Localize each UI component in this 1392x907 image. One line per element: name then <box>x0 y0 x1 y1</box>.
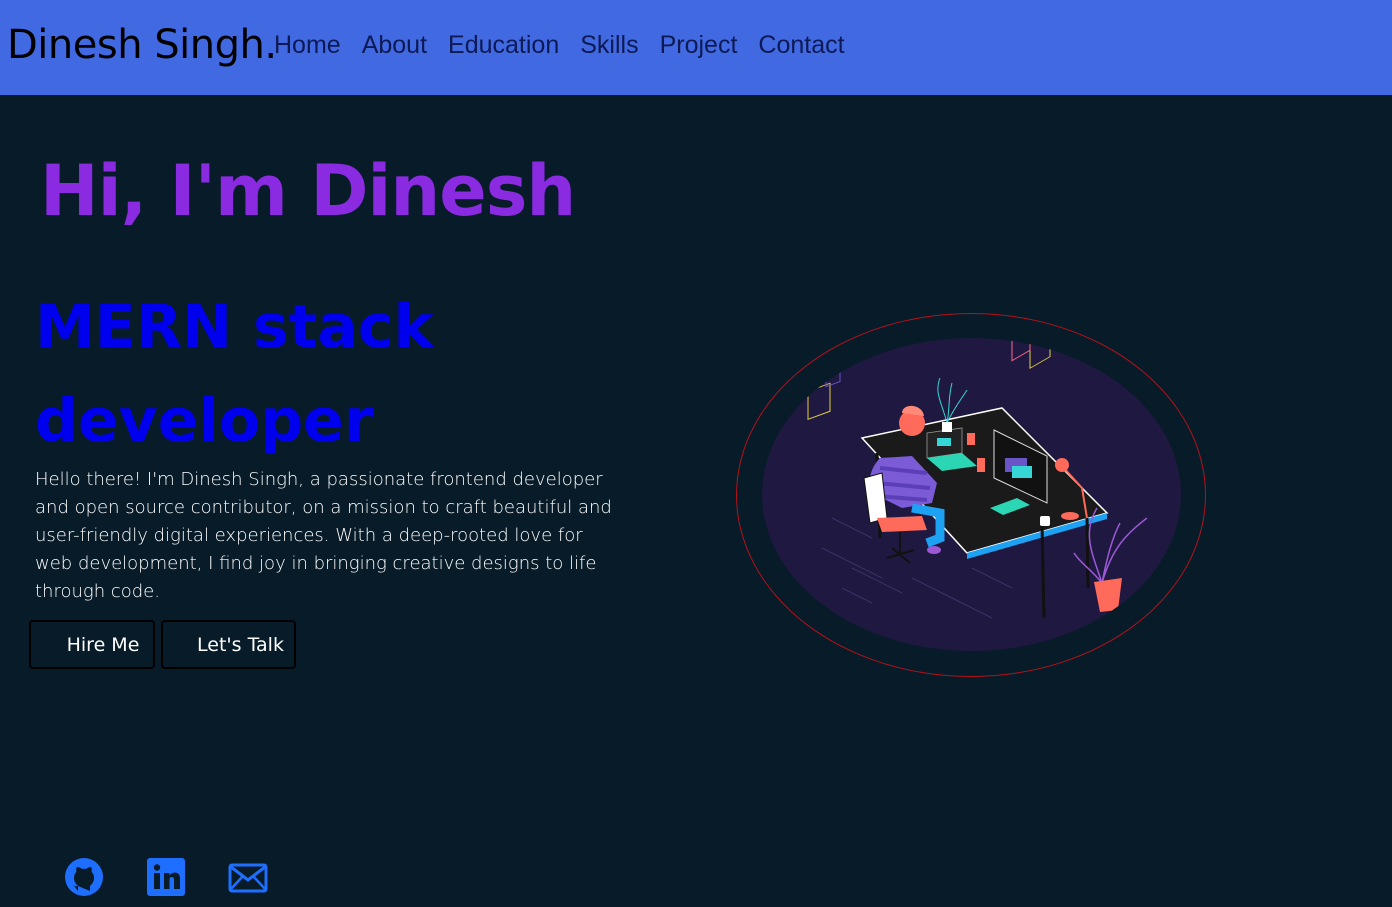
nav-link-education[interactable]: Education <box>448 31 559 60</box>
lets-talk-button[interactable]: Let's Talk <box>161 620 296 669</box>
nav-link-contact[interactable]: Contact <box>758 31 844 60</box>
github-icon[interactable] <box>64 857 104 897</box>
nav-link-project[interactable]: Project <box>660 31 738 60</box>
hero-intro: Hello there! I'm Dinesh Singh, a passion… <box>35 469 612 602</box>
hire-me-button[interactable]: Hire Me <box>29 620 155 669</box>
hero-greeting: Hi, I'm Dinesh <box>40 150 576 232</box>
nav-menu: Home About Education Skills Project Cont… <box>274 31 845 60</box>
social-links <box>64 857 268 897</box>
developer-at-desk-illustration <box>807 338 1148 619</box>
nav-link-home[interactable]: Home <box>274 31 341 60</box>
hero-role: MERN stack developer <box>35 292 434 456</box>
navbar: Dinesh Singh. Home About Education Skill… <box>0 0 1392 95</box>
hero-illustration <box>762 338 1181 651</box>
brand-logo[interactable]: Dinesh Singh. <box>7 22 277 68</box>
nav-link-about[interactable]: About <box>362 31 427 60</box>
nav-link-skills[interactable]: Skills <box>580 31 638 60</box>
mail-icon[interactable] <box>228 857 268 897</box>
linkedin-icon[interactable] <box>146 857 186 897</box>
